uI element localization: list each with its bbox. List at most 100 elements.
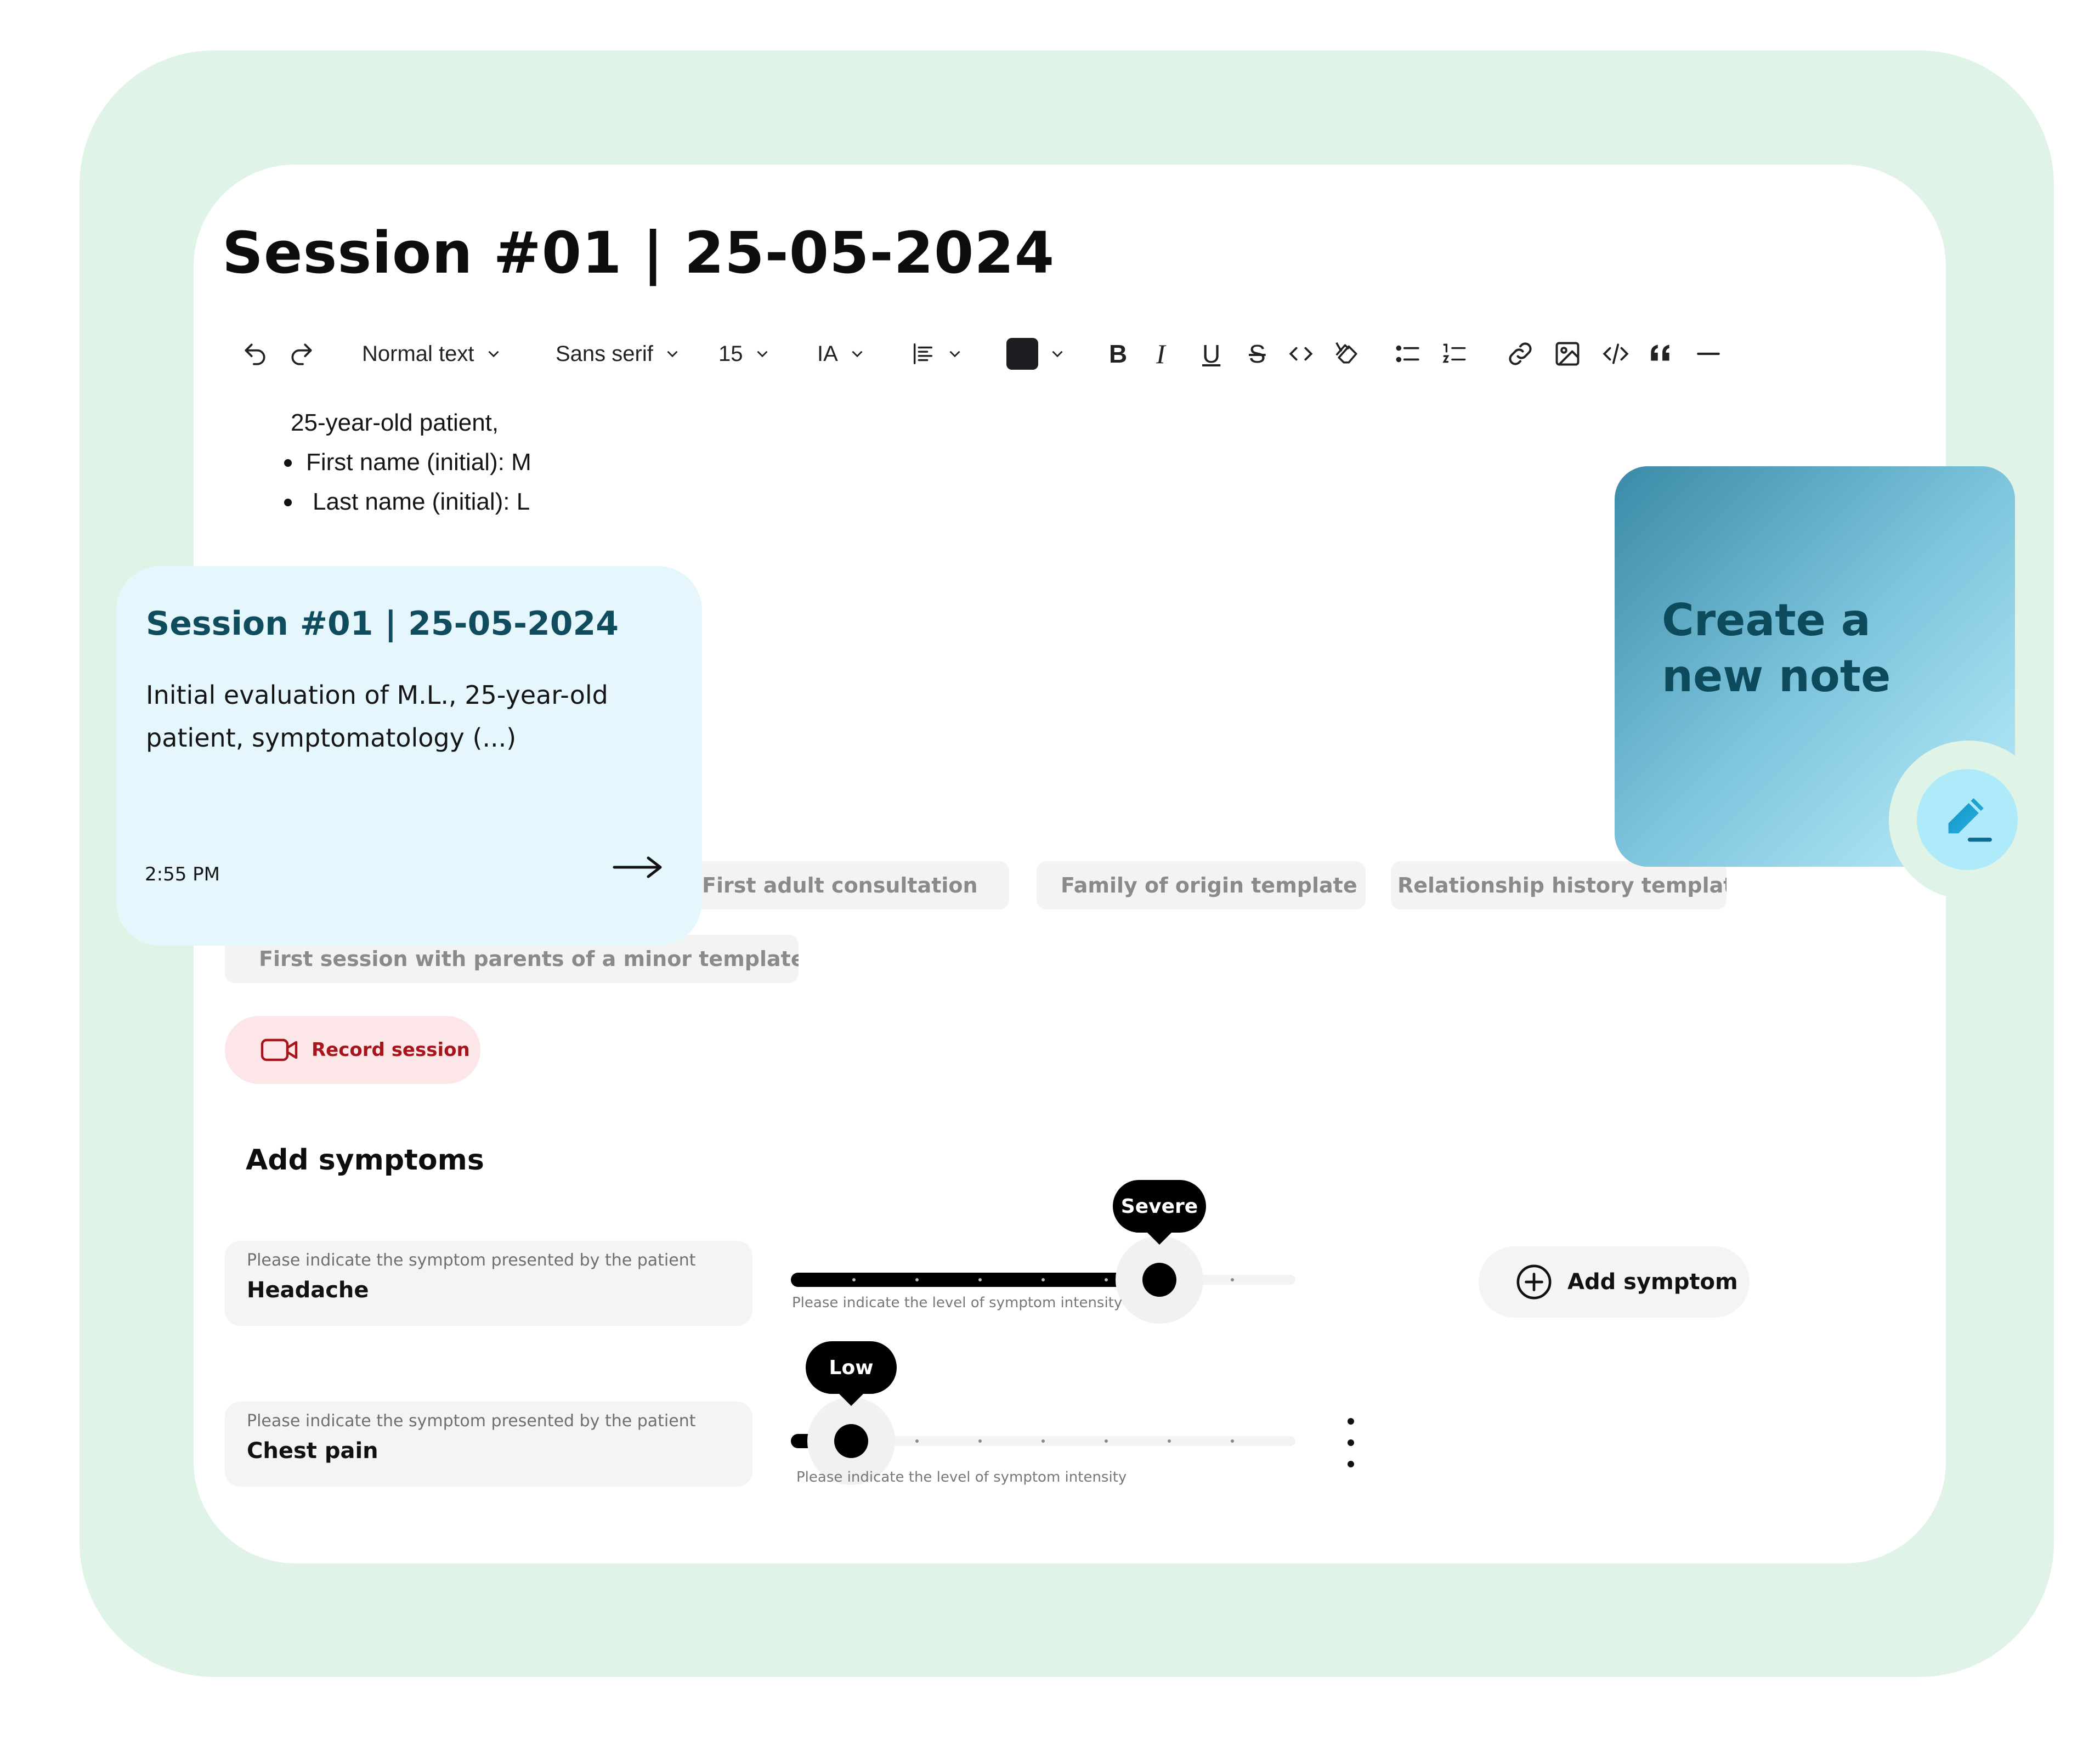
slider-thumb[interactable]: [1142, 1263, 1176, 1297]
strikethrough-button[interactable]: S: [1249, 329, 1266, 379]
image-icon: [1555, 342, 1580, 366]
symptom-field-chest-pain[interactable]: Please indicate the symptom presented by…: [225, 1402, 752, 1487]
underline-icon: U: [1202, 340, 1221, 368]
create-note-label: Create a new note: [1662, 595, 1891, 702]
text-case-select[interactable]: IA: [817, 329, 867, 379]
block-type-select[interactable]: Normal text: [362, 329, 503, 379]
chevron-down-icon: [488, 351, 499, 358]
italic-icon: I: [1156, 338, 1165, 369]
editor-bullet-item: First name (initial): M: [284, 443, 531, 482]
note-card-title: Session #01 | 25-05-2024: [146, 605, 619, 643]
alignment-select[interactable]: [910, 329, 964, 379]
bullet-list-icon: [1396, 345, 1419, 363]
numbered-list-icon: [1442, 343, 1466, 363]
bold-button[interactable]: B: [1109, 329, 1127, 379]
chevron-down-icon: [1052, 351, 1063, 358]
arrow-right-icon[interactable]: [610, 854, 665, 881]
text-color-swatch: [1006, 338, 1038, 370]
editor-toolbar: Normal text Sans serif 15 IA B I U S: [241, 329, 1777, 379]
create-note-button[interactable]: [1917, 769, 2018, 870]
note-card-time: 2:55 PM: [145, 863, 220, 885]
link-icon: [1509, 342, 1532, 365]
font-family-value: Sans serif: [556, 341, 653, 366]
kebab-dot: [1348, 1461, 1354, 1467]
text-case-value: IA: [817, 341, 838, 366]
quote-button[interactable]: [1648, 329, 1675, 379]
font-family-select[interactable]: Sans serif: [556, 329, 682, 379]
intensity-level-badge: Severe: [1113, 1180, 1206, 1245]
record-session-button[interactable]: Record session: [225, 1016, 480, 1084]
add-symptoms-title: Add symptoms: [246, 1144, 484, 1177]
slider-tick: [1041, 1278, 1045, 1281]
slider-tick: [1231, 1278, 1234, 1281]
symptom-field-value: Headache: [247, 1278, 369, 1303]
italic-button[interactable]: I: [1156, 329, 1165, 379]
inline-code-icon: [1289, 347, 1313, 361]
slider-thumb[interactable]: [834, 1424, 868, 1458]
editor-bullet-item: Last name (initial): L: [284, 482, 531, 522]
template-first-adult-consultation[interactable]: First adult consultation: [680, 861, 1009, 910]
intensity-slider-headache[interactable]: Severe: [791, 1180, 1295, 1324]
undo-button[interactable]: [241, 329, 269, 379]
bold-icon: B: [1109, 340, 1128, 368]
kebab-dot: [1348, 1439, 1354, 1446]
horizontal-rule-icon: [1697, 352, 1720, 355]
redo-icon: [291, 343, 312, 365]
eraser-icon: [1335, 342, 1357, 364]
strikethrough-icon: S: [1249, 340, 1266, 368]
font-size-select[interactable]: 15: [718, 329, 772, 379]
video-camera-icon: [261, 1038, 298, 1061]
bullet-list-button[interactable]: [1393, 329, 1423, 379]
session-note-card[interactable]: Session #01 | 25-05-2024 Initial evaluat…: [116, 566, 702, 946]
font-size-value: 15: [718, 341, 743, 366]
record-session-label: Record session: [312, 1039, 470, 1061]
slider-hint: Please indicate the level of symptom int…: [792, 1295, 1123, 1311]
chevron-down-icon: [949, 351, 960, 358]
numbered-list-button[interactable]: [1440, 329, 1469, 379]
inline-code-button[interactable]: [1286, 329, 1316, 379]
clear-format-button[interactable]: [1333, 329, 1362, 379]
underline-button[interactable]: U: [1202, 329, 1220, 379]
align-left-icon: [913, 343, 933, 364]
slider-tick: [1231, 1439, 1234, 1443]
link-button[interactable]: [1505, 329, 1535, 379]
template-family-of-origin[interactable]: Family of origin template: [1037, 861, 1366, 910]
quote-icon: [1651, 344, 1669, 361]
plus-circle-icon: [1516, 1264, 1552, 1300]
code-block-button[interactable]: [1600, 329, 1631, 379]
editor-content[interactable]: 25-year-old patient, First name (initial…: [284, 403, 531, 522]
slider-tick: [852, 1278, 856, 1281]
pencil-icon: [1948, 798, 1992, 842]
symptom-field-value: Chest pain: [247, 1438, 378, 1464]
slider-tick: [915, 1278, 919, 1281]
symptom-field-placeholder: Please indicate the symptom presented by…: [247, 1251, 696, 1270]
image-button[interactable]: [1553, 329, 1582, 379]
undo-icon: [245, 343, 265, 365]
intensity-level-badge: Low: [806, 1341, 897, 1406]
intensity-slider-chest-pain[interactable]: Low: [791, 1341, 1295, 1485]
add-symptom-label: Add symptom: [1567, 1269, 1738, 1295]
slider-tick: [1041, 1439, 1045, 1443]
chevron-down-icon: [852, 351, 863, 358]
chevron-down-icon: [667, 351, 678, 358]
redo-button[interactable]: [288, 329, 315, 379]
text-color-select[interactable]: [1006, 329, 1067, 379]
more-options-button[interactable]: [1338, 1418, 1363, 1467]
block-type-value: Normal text: [362, 341, 474, 366]
slider-tick: [1105, 1439, 1108, 1443]
code-icon: [1603, 343, 1629, 364]
note-card-summary: Initial evaluation of M.L., 25-year-old …: [146, 680, 608, 753]
slider-tick: [1168, 1439, 1171, 1443]
add-symptom-button[interactable]: Add symptom: [1479, 1246, 1750, 1318]
template-relationship-history[interactable]: Relationship history template: [1391, 861, 1727, 910]
horizontal-rule-button[interactable]: [1695, 329, 1722, 379]
kebab-dot: [1348, 1418, 1354, 1425]
editor-line: 25-year-old patient,: [291, 409, 499, 436]
slider-tick: [1105, 1278, 1108, 1281]
slider-tick: [915, 1439, 919, 1443]
slider-tick: [978, 1278, 982, 1281]
slider-tick: [978, 1439, 982, 1443]
page-title: Session #01 | 25-05-2024: [222, 219, 1055, 286]
slider-hint: Please indicate the level of symptom int…: [796, 1469, 1127, 1485]
symptom-field-headache[interactable]: Please indicate the symptom presented by…: [225, 1241, 752, 1326]
